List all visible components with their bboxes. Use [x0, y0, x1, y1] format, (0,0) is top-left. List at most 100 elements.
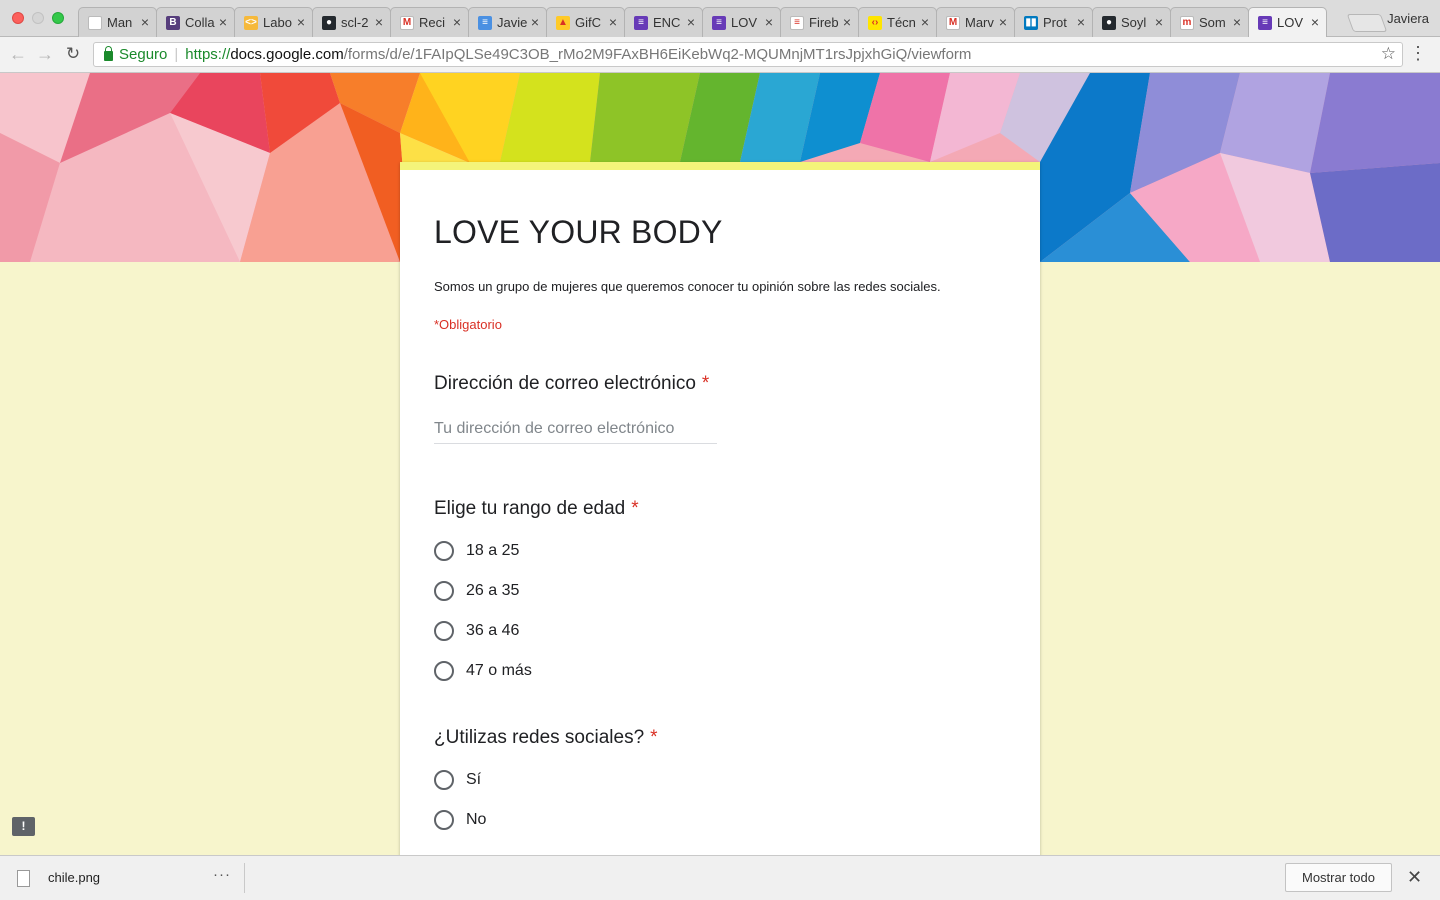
browser-tab[interactable]: ≡ LOV ×: [702, 7, 781, 37]
tab-title: GifC: [575, 15, 601, 30]
form-description: Somos un grupo de mujeres que queremos c…: [434, 279, 941, 294]
question-title-text: Elige tu rango de edad: [434, 498, 626, 519]
radio-button[interactable]: [434, 581, 454, 601]
minimize-window-button[interactable]: [32, 12, 44, 24]
browser-tab[interactable]: m Som ×: [1170, 7, 1249, 37]
back-arrow-icon[interactable]: ←: [7, 43, 29, 65]
browser-tabs: Man × B Colla × <> Labo × ● scl-2 × M Reci × ≡ Javie × ▲ G…: [78, 7, 1327, 37]
close-tab-icon[interactable]: ×: [375, 14, 383, 30]
browser-tab[interactable]: B Colla ×: [156, 7, 235, 37]
tab-title: scl-2: [341, 15, 369, 30]
browser-tab[interactable]: ● scl-2 ×: [312, 7, 391, 37]
tab-title: LOV: [731, 15, 758, 30]
tab-title: Som: [1199, 15, 1226, 30]
browser-menu-icon[interactable]: ⋮: [1409, 44, 1427, 62]
browser-tab[interactable]: ≡ Fireb ×: [780, 7, 859, 37]
option-label: 47 o más: [466, 662, 532, 679]
required-note: *Obligatorio: [434, 317, 502, 332]
browser-toolbar: ← → ↻ Seguro | https:// docs.google.com …: [0, 37, 1440, 73]
browser-tab[interactable]: <> Labo ×: [234, 7, 313, 37]
url-path: /forms/d/e/1FAIpQLSe49C3OB_rMo2M9FAxBH6E…: [343, 46, 972, 63]
radio-button[interactable]: [434, 770, 454, 790]
url-scheme: https://: [185, 46, 231, 63]
browser-tab[interactable]: ▲ GifC ×: [546, 7, 625, 37]
radio-button[interactable]: [434, 810, 454, 830]
filter-icon: ≡: [478, 15, 492, 30]
browser-tab[interactable]: ≡ Javie ×: [468, 7, 547, 37]
question-title-text: ¿Utilizas redes sociales?: [434, 727, 645, 748]
browser-tab[interactable]: M Marv ×: [936, 7, 1015, 37]
tab-title: Prot: [1043, 15, 1067, 30]
option-label: 26 a 35: [466, 582, 520, 599]
close-tab-icon[interactable]: ×: [921, 14, 929, 30]
question-title-text: Dirección de correo electrónico: [434, 373, 696, 394]
bootstrap-icon: B: [166, 15, 180, 30]
close-tab-icon[interactable]: ×: [141, 14, 149, 30]
show-all-downloads-button[interactable]: Mostrar todo: [1285, 863, 1392, 892]
close-tab-icon[interactable]: ×: [765, 14, 773, 30]
email-field[interactable]: [434, 414, 717, 444]
radio-button[interactable]: [434, 541, 454, 561]
browser-tab[interactable]: ≡ LOV ×: [1248, 7, 1327, 37]
close-tab-icon[interactable]: ×: [1233, 14, 1241, 30]
browser-tab[interactable]: Man ×: [78, 7, 157, 37]
close-tab-icon[interactable]: ×: [687, 14, 695, 30]
age-option-47-plus[interactable]: 47 o más: [434, 659, 532, 683]
option-label: No: [466, 811, 487, 828]
browser-tab[interactable]: ≡ ENC ×: [624, 7, 703, 37]
tab-title: Labo: [263, 15, 292, 30]
close-shelf-icon[interactable]: ✕: [1407, 867, 1422, 888]
address-bar[interactable]: Seguro | https:// docs.google.com /forms…: [93, 42, 1403, 67]
bookmark-star-icon[interactable]: ☆: [1381, 44, 1396, 64]
form-title: LOVE YOUR BODY: [434, 214, 723, 250]
m-logo-icon: m: [1180, 15, 1194, 30]
gmail-icon: M: [400, 15, 414, 30]
browser-tab[interactable]: ▮▮ Prot ×: [1014, 7, 1093, 37]
code-icon: <>: [244, 15, 258, 30]
required-asterisk: *: [701, 373, 710, 394]
age-option-26-35[interactable]: 26 a 35: [434, 579, 519, 603]
profile-name[interactable]: Javiera: [1387, 11, 1429, 26]
close-tab-icon[interactable]: ×: [1077, 14, 1085, 30]
social-option-yes[interactable]: Sí: [434, 768, 481, 792]
close-tab-icon[interactable]: ×: [999, 14, 1007, 30]
radio-button[interactable]: [434, 621, 454, 641]
firebase-icon: ▲: [556, 15, 570, 30]
forward-arrow-icon[interactable]: →: [34, 43, 56, 65]
browser-tab[interactable]: ● Soyl ×: [1092, 7, 1171, 37]
close-tab-icon[interactable]: ×: [453, 14, 461, 30]
close-tab-icon[interactable]: ×: [297, 14, 305, 30]
maximize-window-button[interactable]: [52, 12, 64, 24]
github-icon: ●: [322, 15, 336, 30]
form-card: LOVE YOUR BODY Somos un grupo de mujeres…: [400, 162, 1040, 862]
close-window-button[interactable]: [12, 12, 24, 24]
close-tab-icon[interactable]: ×: [843, 14, 851, 30]
option-label: Sí: [466, 771, 482, 788]
age-option-18-25[interactable]: 18 a 25: [434, 539, 519, 563]
tab-title: Reci: [419, 15, 446, 30]
close-tab-icon[interactable]: ×: [531, 14, 539, 30]
tab-title: Fireb: [809, 15, 839, 30]
marvel-icon: M: [946, 15, 960, 30]
radio-button[interactable]: [434, 661, 454, 681]
download-file-name[interactable]: chile.png: [48, 870, 100, 885]
close-tab-icon[interactable]: ×: [1311, 14, 1319, 30]
url-domain: docs.google.com: [230, 46, 344, 63]
tab-title: LOV: [1277, 15, 1304, 30]
social-option-no[interactable]: No: [434, 808, 486, 832]
close-tab-icon[interactable]: ×: [1155, 14, 1163, 30]
age-option-36-46[interactable]: 36 a 46: [434, 619, 519, 643]
lock-icon: [104, 46, 113, 61]
tab-title: Colla: [185, 15, 215, 30]
reload-icon[interactable]: ↻: [62, 43, 84, 65]
url-separator: |: [174, 46, 179, 63]
browser-tab[interactable]: ‹› Técn ×: [858, 7, 937, 37]
security-label: Seguro: [119, 46, 168, 63]
download-options-icon[interactable]: ···: [213, 866, 231, 883]
new-tab-button[interactable]: [1346, 14, 1388, 32]
close-tab-icon[interactable]: ×: [609, 14, 617, 30]
option-label: 36 a 46: [466, 622, 520, 639]
browser-tab[interactable]: M Reci ×: [390, 7, 469, 37]
report-feedback-icon[interactable]: !: [12, 817, 35, 836]
close-tab-icon[interactable]: ×: [219, 14, 227, 30]
